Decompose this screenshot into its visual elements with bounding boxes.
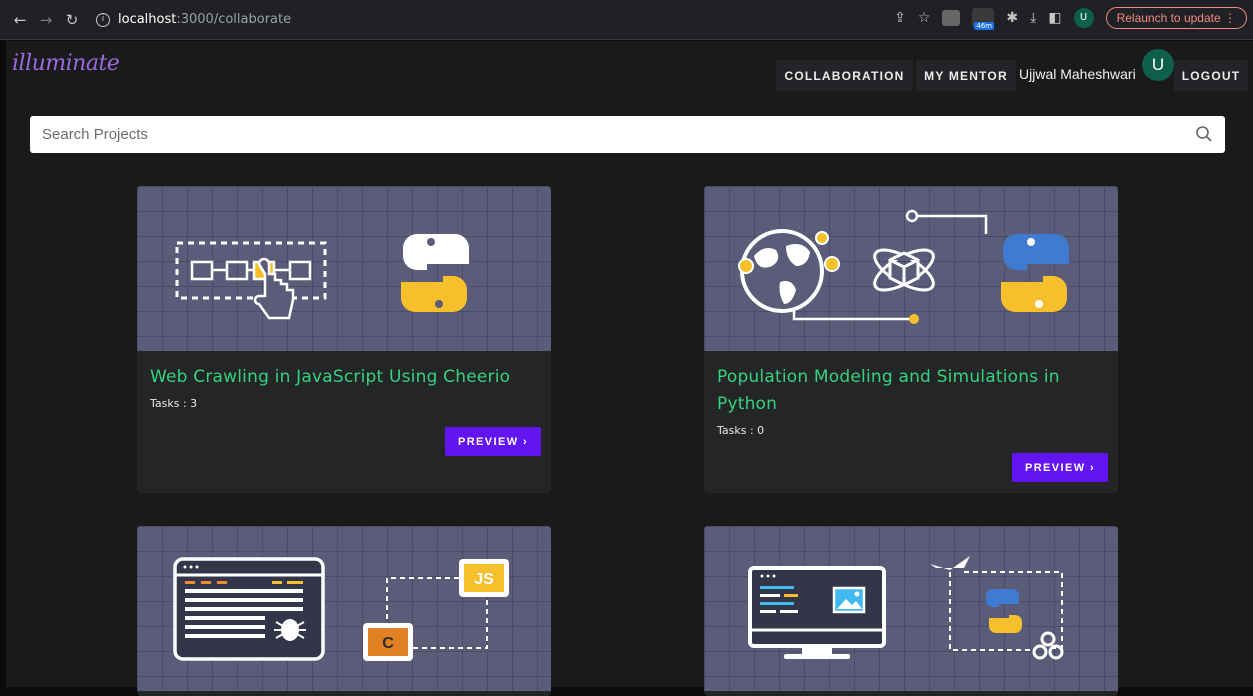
puzzle-extensions-icon[interactable]: ✱ — [1006, 10, 1018, 26]
extension-badge-icon[interactable]: 46m — [972, 8, 995, 30]
preview-button[interactable]: PREVIEW › — [1012, 453, 1108, 482]
project-card — [704, 526, 1118, 696]
search-icon[interactable] — [1195, 125, 1213, 143]
logout-button[interactable]: LOGOUT — [1174, 60, 1248, 91]
extension-icon[interactable] — [942, 10, 961, 26]
population-python-illustration — [738, 209, 1070, 324]
profile-avatar[interactable]: U — [1073, 8, 1094, 28]
browser-toolbar: ← → ↻ i localhost:3000/collaborate ⇪ ☆ 4… — [0, 0, 1253, 40]
crawler-python-illustration — [175, 234, 469, 320]
js-badge-text: JS — [474, 571, 494, 588]
reload-icon[interactable]: ↻ — [62, 11, 82, 29]
project-card: Web Crawling in JavaScript Using Cheerio… — [137, 186, 551, 493]
project-thumbnail — [137, 186, 551, 351]
back-icon[interactable]: ← — [10, 11, 30, 29]
project-title[interactable]: Web Crawling in JavaScript Using Cheerio — [137, 351, 551, 391]
kebab-menu-icon: ⋮ — [1224, 11, 1236, 25]
project-task-count: Tasks : 0 — [717, 424, 765, 437]
project-thumbnail — [704, 186, 1118, 351]
search-bar — [30, 116, 1225, 153]
sidepanel-icon[interactable]: ◧ — [1048, 10, 1061, 26]
collaboration-nav-button[interactable]: COLLABORATION — [776, 60, 913, 91]
preview-button[interactable]: PREVIEW › — [445, 427, 541, 456]
app-logo[interactable]: illuminate — [12, 51, 120, 76]
browser-nav: ← → ↻ — [0, 11, 82, 29]
project-card: Population Modeling and Simulations in P… — [704, 186, 1118, 493]
monitor-python-illustration — [748, 556, 1064, 660]
user-avatar[interactable]: U — [1142, 49, 1174, 81]
extension-badge-text: 46m — [974, 22, 995, 30]
my-mentor-nav-button[interactable]: MY MENTOR — [916, 60, 1016, 91]
project-thumbnail: JS C — [137, 526, 551, 691]
site-info-icon[interactable]: i — [96, 12, 110, 27]
user-name: Ujjwal Maheshwari — [1019, 66, 1136, 82]
url-path: :3000/collaborate — [176, 12, 292, 27]
relaunch-button[interactable]: Relaunch to update ⋮ — [1105, 7, 1247, 29]
app-page: illuminate COLLABORATION MY MENTOR Ujjwa… — [6, 41, 1253, 696]
cheerio-badge-text: C — [382, 635, 394, 652]
bookmark-star-icon[interactable]: ☆ — [918, 10, 931, 26]
share-icon[interactable]: ⇪ — [894, 10, 906, 26]
forward-icon[interactable]: → — [36, 11, 56, 29]
search-input[interactable] — [30, 116, 1225, 153]
address-bar[interactable]: i localhost:3000/collaborate — [96, 12, 291, 27]
project-title[interactable]: Population Modeling and Simulations in P… — [704, 351, 1118, 418]
project-card: JS C — [137, 526, 551, 696]
bug-browser-cheerio-illustration: JS C — [173, 557, 509, 661]
project-thumbnail — [704, 526, 1118, 691]
project-task-count: Tasks : 3 — [150, 397, 198, 410]
relaunch-label: Relaunch to update — [1116, 11, 1221, 25]
url-host: localhost — [118, 12, 177, 27]
browser-actions: ⇪ ☆ 46m ✱ ⤓ ◧ U Relaunch to update ⋮ — [894, 7, 1247, 30]
download-icon[interactable]: ⤓ — [1030, 10, 1036, 26]
